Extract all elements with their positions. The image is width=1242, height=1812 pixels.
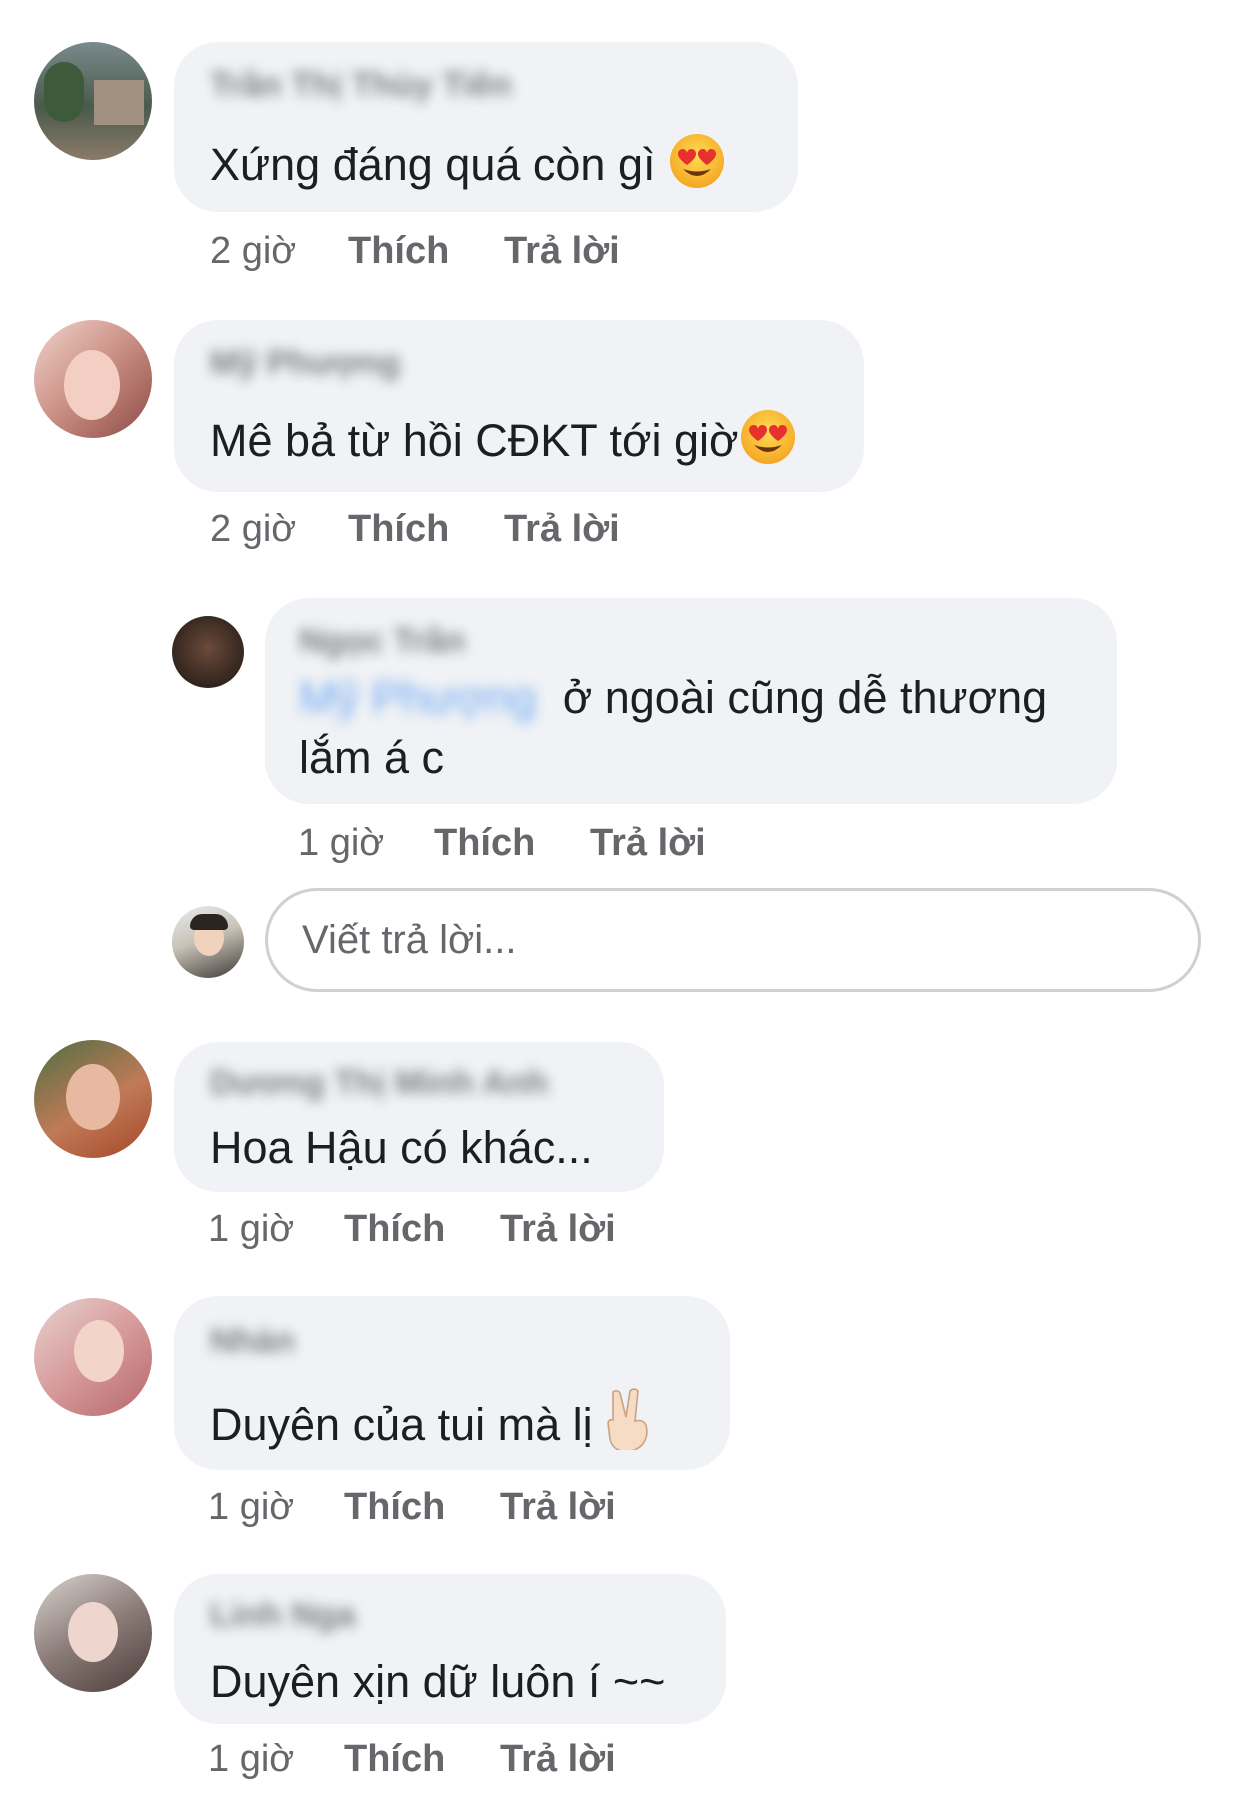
reply-button[interactable]: Trả lời (590, 822, 706, 865)
comment-bubble: Dương Thị Minh Anh Hoa Hậu có khác... (174, 1042, 664, 1192)
reply-meta: 1 giờ Thích Trả lời (298, 822, 798, 866)
comment-text-body: Xứng đáng quá còn gì (210, 139, 656, 190)
replier-name[interactable]: Ngọc Trần (299, 622, 465, 661)
like-button[interactable]: Thích (434, 822, 535, 865)
heart-eyes-emoji-icon (668, 132, 726, 205)
heart-eyes-emoji-icon (739, 408, 797, 481)
comment-time: 1 giờ (208, 1486, 295, 1528)
comment-time: 2 giờ (210, 508, 297, 550)
comment-bubble: Linh Nga Duyên xịn dữ luôn í ~~ (174, 1574, 726, 1724)
like-button[interactable]: Thích (344, 1208, 445, 1251)
victory-hand-emoji-icon (605, 1388, 651, 1465)
comment-text: Hoa Hậu có khác... (210, 1122, 593, 1173)
commenter-avatar[interactable] (34, 42, 152, 160)
reply-button[interactable]: Trả lời (504, 508, 620, 551)
mention-link[interactable]: Mỹ Phượng (299, 672, 536, 723)
reply-button[interactable]: Trả lời (500, 1486, 616, 1529)
current-user-avatar (172, 906, 244, 978)
reply-button[interactable]: Trả lời (500, 1208, 616, 1251)
comment-meta: 2 giờ Thích Trả lời (210, 230, 710, 274)
comment-text-body: Duyên của tui mà lị (210, 1399, 593, 1450)
comment-bubble: Nhàn Duyên của tui mà lị (174, 1296, 730, 1470)
commenter-avatar[interactable] (34, 1298, 152, 1416)
commenter-name[interactable]: Mỹ Phượng (210, 344, 400, 383)
reply-button[interactable]: Trả lời (500, 1738, 616, 1781)
comment-meta: 1 giờ Thích Trả lời (208, 1738, 708, 1782)
commenter-avatar[interactable] (34, 1574, 152, 1692)
replier-avatar[interactable] (172, 616, 244, 688)
comment-meta: 1 giờ Thích Trả lời (208, 1208, 708, 1252)
commenter-name[interactable]: Trần Thị Thùy Tiên (210, 66, 512, 105)
commenter-avatar[interactable] (34, 320, 152, 438)
commenter-name[interactable]: Linh Nga (210, 1596, 355, 1635)
reply-text-body: ở ngoài cũng dễ thương (562, 672, 1048, 723)
reply-text-line2: lắm á c (299, 732, 445, 783)
like-button[interactable]: Thích (348, 230, 449, 273)
comment-time: 1 giờ (208, 1208, 295, 1250)
comment-text-body: Mê bả từ hồi CĐKT tới giờ (210, 415, 739, 466)
reply-button[interactable]: Trả lời (504, 230, 620, 273)
comment-time: 1 giờ (208, 1738, 295, 1780)
comment-bubble: Mỹ Phượng Mê bả từ hồi CĐKT tới giờ (174, 320, 864, 492)
comment-meta: 2 giờ Thích Trả lời (210, 508, 710, 552)
like-button[interactable]: Thích (344, 1738, 445, 1781)
commenter-name[interactable]: Dương Thị Minh Anh (210, 1064, 548, 1103)
like-button[interactable]: Thích (348, 508, 449, 551)
comment-text: Xứng đáng quá còn gì (210, 132, 726, 205)
reply-input[interactable] (265, 888, 1201, 992)
comment-time: 1 giờ (298, 822, 385, 864)
comment-meta: 1 giờ Thích Trả lời (208, 1486, 708, 1530)
comment-text: Mê bả từ hồi CĐKT tới giờ (210, 408, 797, 481)
reply-text-line1: Mỹ Phượng ở ngoài cũng dễ thương (299, 668, 1047, 728)
commenter-avatar[interactable] (34, 1040, 152, 1158)
comment-thread: Trần Thị Thùy Tiên Xứng đáng quá còn gì … (0, 0, 1242, 1812)
commenter-name[interactable]: Nhàn (210, 1322, 295, 1361)
comment-time: 2 giờ (210, 230, 297, 272)
comment-text: Duyên của tui mà lị (210, 1388, 651, 1465)
like-button[interactable]: Thích (344, 1486, 445, 1529)
reply-bubble: Ngọc Trần Mỹ Phượng ở ngoài cũng dễ thươ… (265, 598, 1117, 804)
comment-text: Duyên xịn dữ luôn í ~~ (210, 1656, 666, 1707)
comment-bubble: Trần Thị Thùy Tiên Xứng đáng quá còn gì (174, 42, 798, 212)
